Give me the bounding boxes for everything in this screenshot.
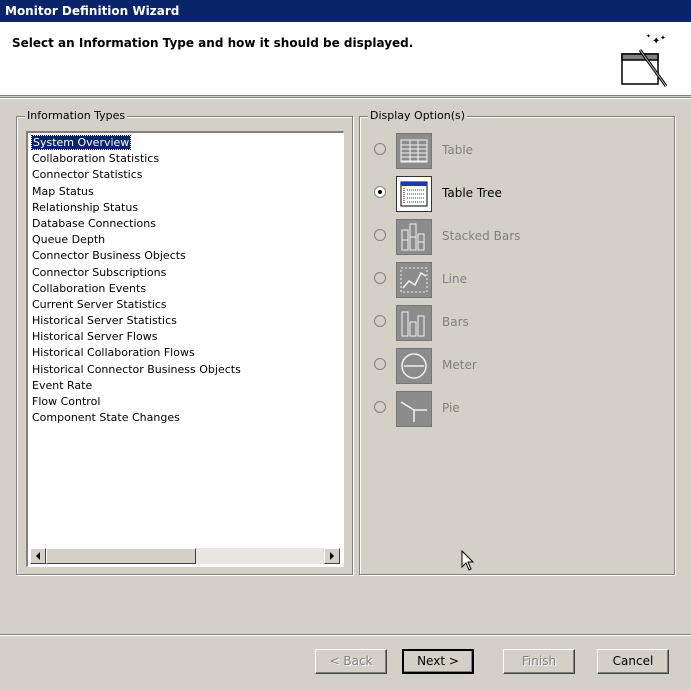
radio-button[interactable] xyxy=(374,186,386,198)
display-option-label: Table xyxy=(442,143,474,157)
list-item-label: Connector Business Objects xyxy=(32,249,186,263)
list-item[interactable]: Historical Collaboration Flows xyxy=(32,345,339,361)
list-item-label: Queue Depth xyxy=(32,233,106,247)
list-item[interactable]: Map Status xyxy=(32,184,339,200)
list-item-label: Database Connections xyxy=(32,216,156,230)
mouse-cursor-icon xyxy=(461,550,475,571)
list-item-label: Current Server Statistics xyxy=(32,297,167,311)
display-option-label: Meter xyxy=(442,358,477,372)
next-button[interactable]: Next > xyxy=(402,649,474,674)
list-item[interactable]: Database Connections xyxy=(32,216,339,232)
radio-button[interactable] xyxy=(374,143,386,155)
display-option-table-tree[interactable]: Table Tree xyxy=(374,176,654,212)
wizard-wand-icon: ✦ ✦ ✦ xyxy=(621,33,668,87)
svg-text:✦: ✦ xyxy=(660,34,666,42)
scroll-left-button[interactable] xyxy=(30,548,46,564)
radio-button[interactable] xyxy=(374,358,386,370)
scrollbar-thumb[interactable] xyxy=(46,548,196,564)
pie-icon xyxy=(396,391,432,427)
list-item[interactable]: Collaboration Events xyxy=(32,281,339,297)
display-option-table[interactable]: Table xyxy=(374,133,654,169)
radio-button[interactable] xyxy=(374,315,386,327)
list-item-label: Map Status xyxy=(32,184,94,198)
list-item-label: Collaboration Events xyxy=(32,281,147,295)
list-item[interactable]: Relationship Status xyxy=(32,200,339,216)
list-item-label: Historical Server Statistics xyxy=(32,314,177,328)
list-item[interactable]: System Overview xyxy=(30,135,339,151)
information-types-list: System Overview Collaboration Statistics C… xyxy=(30,135,339,426)
list-item-label: System Overview xyxy=(30,135,132,150)
window-title-bar: Monitor Definition Wizard xyxy=(0,0,691,22)
display-option-label: Stacked Bars xyxy=(442,229,521,243)
meter-icon xyxy=(396,348,432,384)
back-button[interactable]: < Back xyxy=(315,649,387,674)
information-types-group: Information Types System Overview Collabo… xyxy=(16,109,353,575)
wizard-instruction: Select an Information Type and how it sh… xyxy=(12,36,414,50)
list-item-label: Collaboration Statistics xyxy=(32,152,160,166)
table-icon xyxy=(396,133,432,169)
list-item[interactable]: Event Rate xyxy=(32,378,339,394)
list-item-label: Historical Server Flows xyxy=(32,330,158,344)
list-item[interactable]: Current Server Statistics xyxy=(32,297,339,313)
window-title: Monitor Definition Wizard xyxy=(5,4,180,18)
display-option-meter[interactable]: Meter xyxy=(374,348,654,384)
header-divider xyxy=(0,97,691,99)
line-chart-icon xyxy=(396,262,432,298)
list-item-label: Connector Statistics xyxy=(32,168,143,182)
cancel-button[interactable]: Cancel xyxy=(597,649,669,674)
list-item[interactable]: Historical Server Flows xyxy=(32,329,339,345)
list-item-label: Component State Changes xyxy=(32,411,180,425)
list-item[interactable]: Historical Connector Business Objects xyxy=(32,362,339,378)
display-option-label: Bars xyxy=(442,315,469,329)
radio-button[interactable] xyxy=(374,401,386,413)
horizontal-scrollbar[interactable] xyxy=(30,548,340,564)
display-options-group: Display Option(s) Table Table Tree Stacked… xyxy=(359,109,675,575)
list-item-label: Relationship Status xyxy=(32,200,139,214)
list-item[interactable]: Collaboration Statistics xyxy=(32,151,339,167)
list-item[interactable]: Connector Business Objects xyxy=(32,248,339,264)
list-item[interactable]: Connector Statistics xyxy=(32,167,339,183)
display-option-label: Table Tree xyxy=(442,186,502,200)
stacked-bars-icon xyxy=(396,219,432,255)
display-option-line[interactable]: Line xyxy=(374,262,654,298)
table-tree-icon xyxy=(396,176,432,212)
list-item[interactable]: Queue Depth xyxy=(32,232,339,248)
radio-dot xyxy=(378,190,382,194)
display-option-pie[interactable]: Pie xyxy=(374,391,654,427)
list-item-label: Event Rate xyxy=(32,378,93,392)
display-option-label: Pie xyxy=(442,401,460,415)
scroll-right-button[interactable] xyxy=(324,548,340,564)
display-options-label: Display Option(s) xyxy=(368,109,468,122)
radio-button[interactable] xyxy=(374,272,386,284)
information-types-listbox[interactable]: System Overview Collaboration Statistics C… xyxy=(26,131,344,567)
wizard-header: Select an Information Type and how it sh… xyxy=(0,22,691,96)
list-item-label: Connector Subscriptions xyxy=(32,265,167,279)
list-item-label: Historical Collaboration Flows xyxy=(32,346,195,360)
display-option-bars[interactable]: Bars xyxy=(374,305,654,341)
display-option-label: Line xyxy=(442,272,468,286)
information-types-label: Information Types xyxy=(25,109,128,122)
finish-button[interactable]: Finish xyxy=(503,649,575,674)
arrow-left-icon xyxy=(36,552,40,560)
list-item[interactable]: Connector Subscriptions xyxy=(32,265,339,281)
footer-divider xyxy=(0,634,691,636)
list-item[interactable]: Flow Control xyxy=(32,394,339,410)
bars-icon xyxy=(396,305,432,341)
radio-button[interactable] xyxy=(374,229,386,241)
svg-text:✦: ✦ xyxy=(646,33,651,40)
arrow-right-icon xyxy=(330,552,334,560)
list-item[interactable]: Historical Server Statistics xyxy=(32,313,339,329)
list-item[interactable]: Component State Changes xyxy=(32,410,339,426)
list-item-label: Flow Control xyxy=(32,395,101,408)
display-option-stacked-bars[interactable]: Stacked Bars xyxy=(374,219,654,255)
list-item-label: Historical Connector Business Objects xyxy=(32,362,241,376)
